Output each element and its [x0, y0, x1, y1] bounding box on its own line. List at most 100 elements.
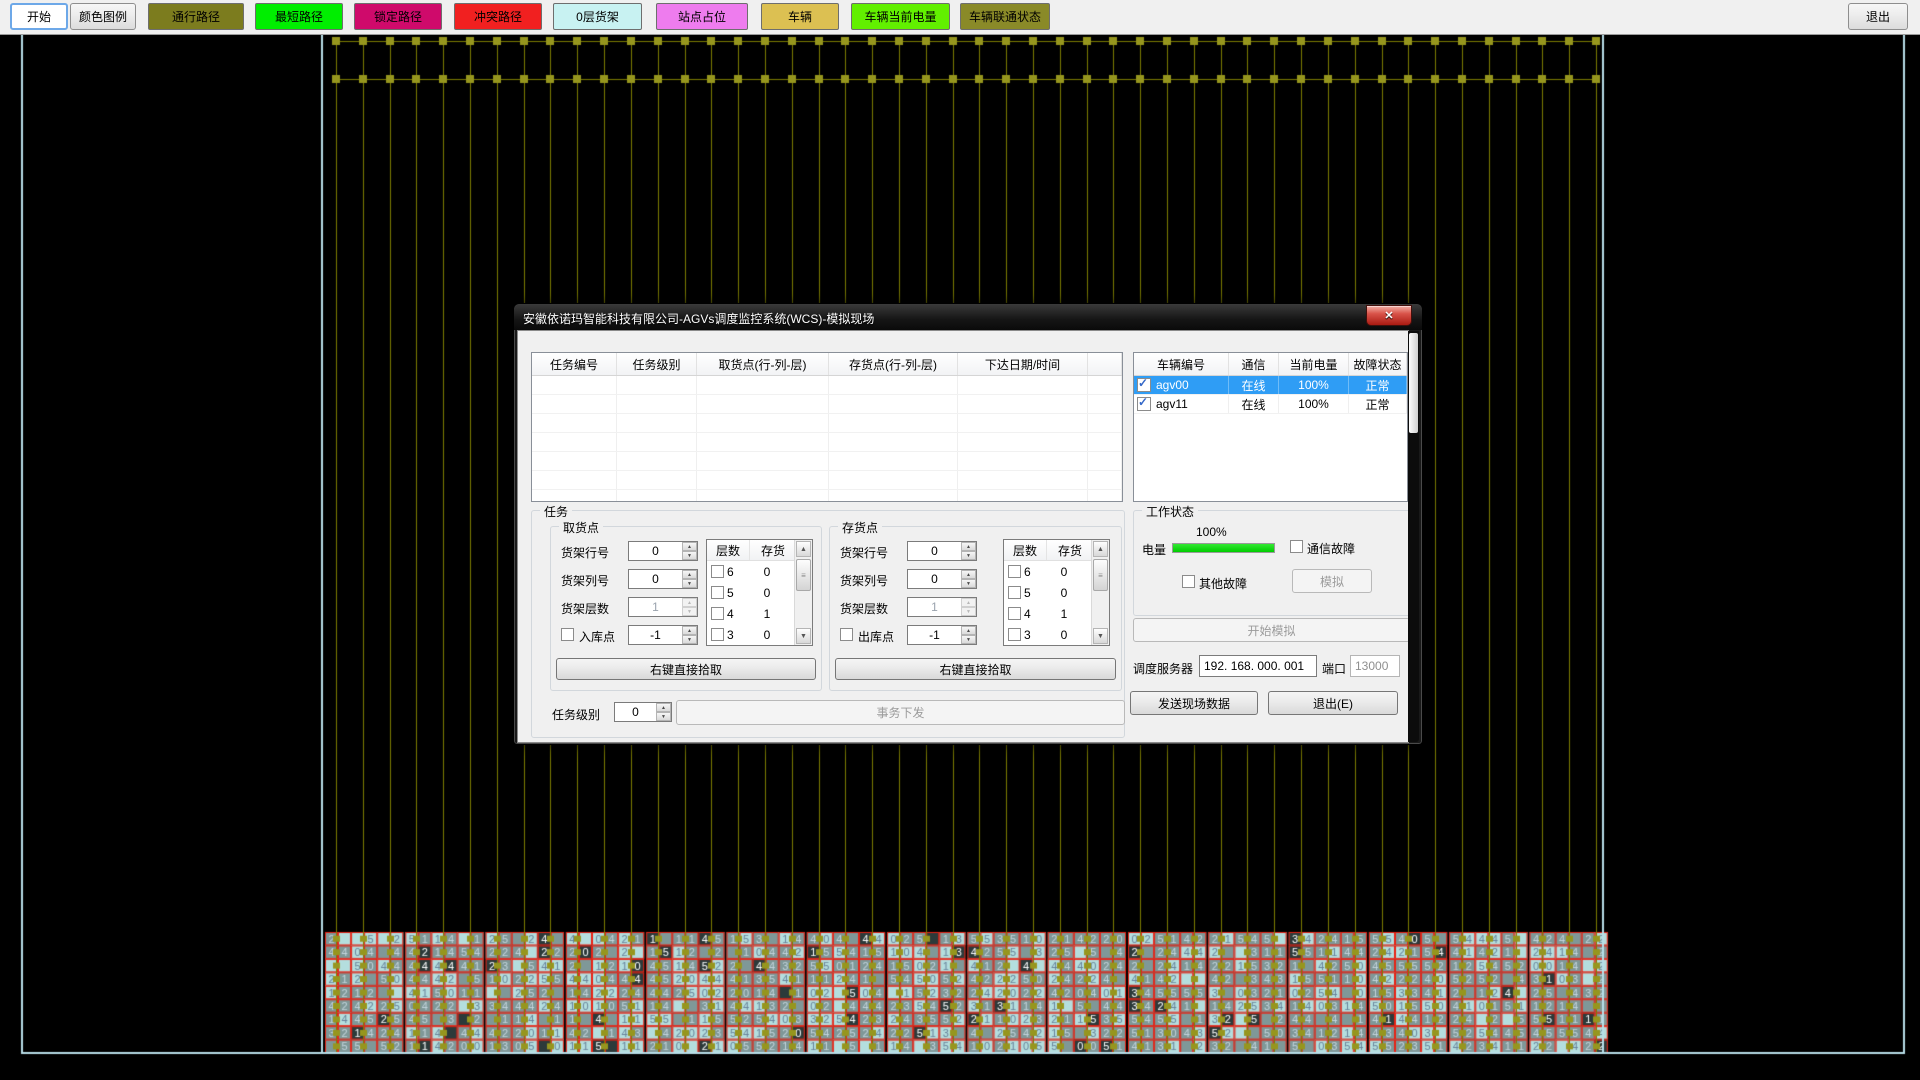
spinner-入库点-down-icon[interactable]: ▼	[682, 635, 697, 644]
task-table-cell	[958, 433, 1088, 451]
server-ip-input[interactable]: 192. 168. 000. 001	[1199, 655, 1317, 677]
spinner-出库点[interactable]: -1▲▼	[907, 625, 977, 645]
spinner-入库点-up-icon[interactable]: ▲	[682, 626, 697, 635]
scroll-down-icon[interactable]: ▼	[796, 628, 811, 644]
table-header[interactable]: 取货点(行-列-层)	[697, 353, 829, 375]
spinner-货架列号[interactable]: 0▲▼	[907, 569, 977, 589]
layer-checkbox[interactable]	[711, 565, 724, 578]
vehicle-checkbox[interactable]: ✓	[1137, 397, 1151, 411]
spinner-货架列号[interactable]: 0▲▼	[628, 569, 698, 589]
layer-number: 6	[727, 565, 747, 579]
spinner-货架列号-up-icon[interactable]: ▲	[961, 570, 976, 579]
dialog-scrollbar-thumb[interactable]	[1409, 333, 1418, 433]
spinner-货架行号-down-icon[interactable]: ▼	[961, 551, 976, 560]
dialog-title-bar[interactable]: 安徽依诺玛智能科技有限公司-AGVs调度监控系统(WCS)-模拟现场 ✕	[514, 304, 1422, 330]
spinner-货架列号-down-icon[interactable]: ▼	[682, 579, 697, 588]
other-fault-checkbox[interactable]	[1182, 575, 1195, 588]
table-header-row: 车辆编号通信当前电量故障状态	[1134, 353, 1407, 376]
spinner-出库点-up-icon[interactable]: ▲	[961, 626, 976, 635]
list-scrollbar[interactable]: ▲ ≡ ▼	[794, 540, 812, 645]
task-table-cell	[829, 395, 958, 413]
spinner-入库点[interactable]: -1▲▼	[628, 625, 698, 645]
vehicle-row-agv11[interactable]: ✓agv11在线100%正常	[1134, 395, 1407, 414]
vehicle-row-agv00[interactable]: ✓agv00在线100%正常	[1134, 376, 1407, 395]
scroll-down-icon[interactable]: ▼	[1093, 628, 1108, 644]
dialog-exit-button[interactable]: 退出(E)	[1268, 691, 1398, 715]
toolbar-button-exit[interactable]: 退出	[1848, 3, 1908, 30]
list-scrollbar[interactable]: ▲ ≡ ▼	[1091, 540, 1109, 645]
table-header[interactable]: 任务编号	[532, 353, 617, 375]
layer-checkbox[interactable]	[1008, 565, 1021, 578]
spinner-货架行号[interactable]: 0▲▼	[628, 541, 698, 561]
task-table-cell	[532, 452, 617, 470]
task-level-spinner[interactable]: 0▲▼	[614, 702, 672, 722]
toolbar-button-vehicles[interactable]: 车辆	[761, 3, 839, 30]
toolbar-button-conflict-path[interactable]: 冲突路径	[454, 3, 542, 30]
stock-count: 0	[747, 628, 787, 642]
layer-checkbox[interactable]	[711, 628, 724, 641]
toolbar-button-shortest-path[interactable]: 最短路径	[255, 3, 343, 30]
toolbar-button-color-legend[interactable]: 颜色图例	[70, 3, 136, 30]
table-header[interactable]: 故障状态	[1349, 353, 1407, 375]
list-header[interactable]: 层数	[1004, 540, 1047, 560]
spinner-出库点-down-icon[interactable]: ▼	[961, 635, 976, 644]
send-field-data-button[interactable]: 发送现场数据	[1130, 691, 1258, 715]
layer-stock-list[interactable]: 层数存货6050413020▲≡▼	[706, 539, 813, 646]
task-level-spinner-down-icon[interactable]: ▼	[656, 712, 671, 721]
layer-row[interactable]: 20	[1004, 645, 1109, 646]
scroll-thumb[interactable]: ≡	[796, 559, 811, 591]
toolbar-button-layer0-rack[interactable]: 0层货架	[553, 3, 642, 30]
scroll-up-icon[interactable]: ▲	[796, 541, 811, 557]
vehicle-cell: 正常	[1349, 376, 1407, 394]
close-icon[interactable]: ✕	[1366, 305, 1412, 326]
layer-checkbox[interactable]	[711, 607, 724, 620]
task-table[interactable]: 任务编号任务级别取货点(行-列-层)存货点(行-列-层)下达日期/时间	[531, 352, 1123, 502]
spinner-货架行号-down-icon[interactable]: ▼	[682, 551, 697, 560]
table-header[interactable]: 下达日期/时间	[958, 353, 1088, 375]
comm-fault-checkbox[interactable]	[1290, 540, 1303, 553]
warehouse-point-checkbox[interactable]	[561, 628, 574, 641]
layer-number: 3	[1024, 628, 1044, 642]
warehouse-point-checkbox[interactable]	[840, 628, 853, 641]
vehicle-table[interactable]: 车辆编号通信当前电量故障状态✓agv00在线100%正常✓agv11在线100%…	[1133, 352, 1408, 502]
spinner-货架列号-up-icon[interactable]: ▲	[682, 570, 697, 579]
table-header[interactable]: 车辆编号	[1134, 353, 1229, 375]
toolbar-button-pass-path[interactable]: 通行路径	[148, 3, 244, 30]
spinner-货架行号[interactable]: 0▲▼	[907, 541, 977, 561]
spinner-货架行号-up-icon[interactable]: ▲	[682, 542, 697, 551]
dialog-scrollbar[interactable]	[1408, 331, 1419, 742]
table-header[interactable]: 通信	[1229, 353, 1279, 375]
toolbar-button-station-occupancy[interactable]: 站点占位	[656, 3, 748, 30]
list-header[interactable]: 层数	[707, 540, 750, 560]
layer-checkbox[interactable]	[1008, 628, 1021, 641]
right-click-pick-button[interactable]: 右键直接拾取	[835, 658, 1116, 680]
task-table-cell	[532, 376, 617, 394]
right-click-pick-button[interactable]: 右键直接拾取	[556, 658, 816, 680]
table-header[interactable]	[1088, 353, 1122, 375]
list-header[interactable]: 存货	[1047, 540, 1094, 560]
scroll-thumb[interactable]: ≡	[1093, 559, 1108, 591]
vehicle-checkbox[interactable]: ✓	[1137, 378, 1151, 392]
spinner-货架行号-up-icon[interactable]: ▲	[961, 542, 976, 551]
toolbar-button-start[interactable]: 开始	[10, 3, 68, 30]
layer-checkbox[interactable]	[711, 586, 724, 599]
task-level-spinner-up-icon[interactable]: ▲	[656, 703, 671, 712]
table-header[interactable]: 当前电量	[1279, 353, 1349, 375]
spinner-货架列号-down-icon[interactable]: ▼	[961, 579, 976, 588]
table-header[interactable]: 任务级别	[617, 353, 697, 375]
layer-stock-list[interactable]: 层数存货6050413020▲≡▼	[1003, 539, 1110, 646]
layer-checkbox[interactable]	[1008, 586, 1021, 599]
stock-count: 0	[1044, 586, 1084, 600]
toolbar-button-vehicle-link-status[interactable]: 车辆联通状态	[960, 3, 1050, 30]
work-status-label: 工作状态	[1142, 503, 1198, 520]
layer-row[interactable]: 20	[707, 645, 812, 646]
layer-checkbox[interactable]	[1008, 607, 1021, 620]
table-header[interactable]: 存货点(行-列-层)	[829, 353, 958, 375]
field-row: 货架层数1▲▼	[840, 597, 1000, 617]
dialog-title: 安徽依诺玛智能科技有限公司-AGVs调度监控系统(WCS)-模拟现场	[523, 310, 874, 327]
list-header[interactable]: 存货	[750, 540, 797, 560]
scroll-up-icon[interactable]: ▲	[1093, 541, 1108, 557]
toolbar-button-locked-path[interactable]: 锁定路径	[354, 3, 442, 30]
vehicle-cell: ✓agv11	[1134, 395, 1229, 413]
toolbar-button-vehicle-battery[interactable]: 车辆当前电量	[851, 3, 950, 30]
